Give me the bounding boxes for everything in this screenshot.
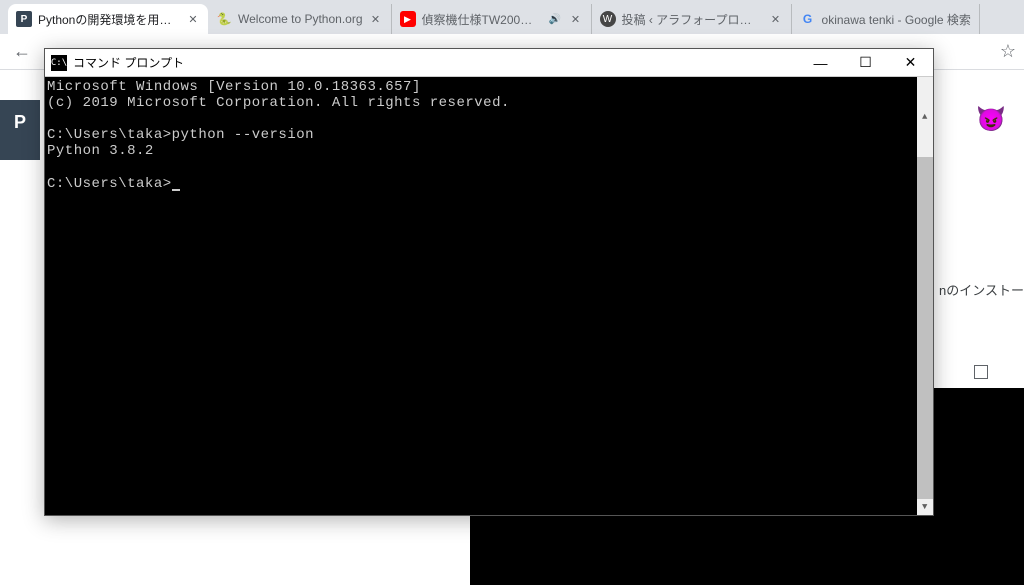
tab-favicon-youtube-icon: ▶	[400, 11, 416, 27]
cmd-close-button[interactable]: ✕	[888, 49, 933, 76]
tab-title: Welcome to Python.org	[238, 12, 363, 26]
cmd-line: Microsoft Windows [Version 10.0.18363.65…	[47, 79, 421, 95]
tab-close-icon[interactable]: ✕	[369, 12, 383, 26]
browser-tab-2[interactable]: ▶ 偵察機仕様TW200整備記 🔊 ✕	[392, 4, 592, 34]
tab-favicon-wordpress-icon: W	[600, 11, 616, 27]
maximize-icon[interactable]	[974, 365, 988, 379]
tab-title: okinawa tenki - Google 検索	[822, 11, 971, 28]
scroll-thumb[interactable]	[917, 157, 933, 507]
scroll-up-icon[interactable]: ▲	[917, 109, 933, 125]
nav-back-button[interactable]: ←	[8, 38, 36, 66]
cmd-scrollbar[interactable]: ▲ ▼	[917, 77, 933, 515]
cmd-minimize-button[interactable]: —	[798, 49, 843, 76]
page-text-fragment: nのインストー	[939, 280, 1024, 299]
cmd-maximize-button[interactable]: ☐	[843, 49, 888, 76]
tab-close-icon[interactable]: ✕	[769, 12, 783, 26]
browser-tab-1[interactable]: 🐍 Welcome to Python.org ✕	[208, 4, 392, 34]
cmd-app-icon: C:\	[51, 55, 67, 71]
cmd-window-title: コマンド プロンプト	[73, 54, 184, 71]
mascot-icon: 😈	[976, 105, 1006, 135]
tab-audio-icon[interactable]: 🔊	[549, 14, 563, 25]
tab-favicon-google-icon: G	[800, 11, 816, 27]
browser-tab-0[interactable]: P Pythonの開発環境を用意しよう！ ✕	[8, 4, 208, 34]
progate-logo-icon[interactable]: P	[14, 112, 26, 133]
tab-title: 投稿 ‹ アラフォープログラミング初心	[622, 11, 763, 28]
cmd-cursor	[172, 189, 180, 191]
browser-tab-3[interactable]: W 投稿 ‹ アラフォープログラミング初心 ✕	[592, 4, 792, 34]
cmd-window-controls: — ☐ ✕	[798, 49, 933, 76]
command-prompt-window: C:\ コマンド プロンプト — ☐ ✕ Microsoft Windows […	[44, 48, 934, 516]
cmd-line: C:\Users\taka>python --version	[47, 127, 314, 143]
tab-close-icon[interactable]: ✕	[186, 12, 200, 26]
tab-favicon-python-icon: 🐍	[216, 11, 232, 27]
tab-favicon-progate-icon: P	[16, 11, 32, 27]
browser-tab-4[interactable]: G okinawa tenki - Google 検索	[792, 4, 980, 34]
browser-tab-strip: P Pythonの開発環境を用意しよう！ ✕ 🐍 Welcome to Pyth…	[0, 0, 1024, 34]
progate-sidebar: P	[0, 100, 40, 160]
bookmark-star-icon[interactable]: ☆	[1000, 41, 1016, 62]
tab-title: Pythonの開発環境を用意しよう！	[38, 11, 180, 28]
cmd-titlebar[interactable]: C:\ コマンド プロンプト — ☐ ✕	[45, 49, 933, 77]
tab-title: 偵察機仕様TW200整備記	[422, 11, 543, 28]
cmd-terminal-body[interactable]: Microsoft Windows [Version 10.0.18363.65…	[45, 77, 933, 515]
cmd-line: Python 3.8.2	[47, 143, 154, 159]
tab-close-icon[interactable]: ✕	[569, 12, 583, 26]
cmd-prompt-line: C:\Users\taka>	[47, 176, 172, 192]
scroll-down-icon[interactable]: ▼	[917, 499, 933, 515]
cmd-line: (c) 2019 Microsoft Corporation. All righ…	[47, 95, 510, 111]
